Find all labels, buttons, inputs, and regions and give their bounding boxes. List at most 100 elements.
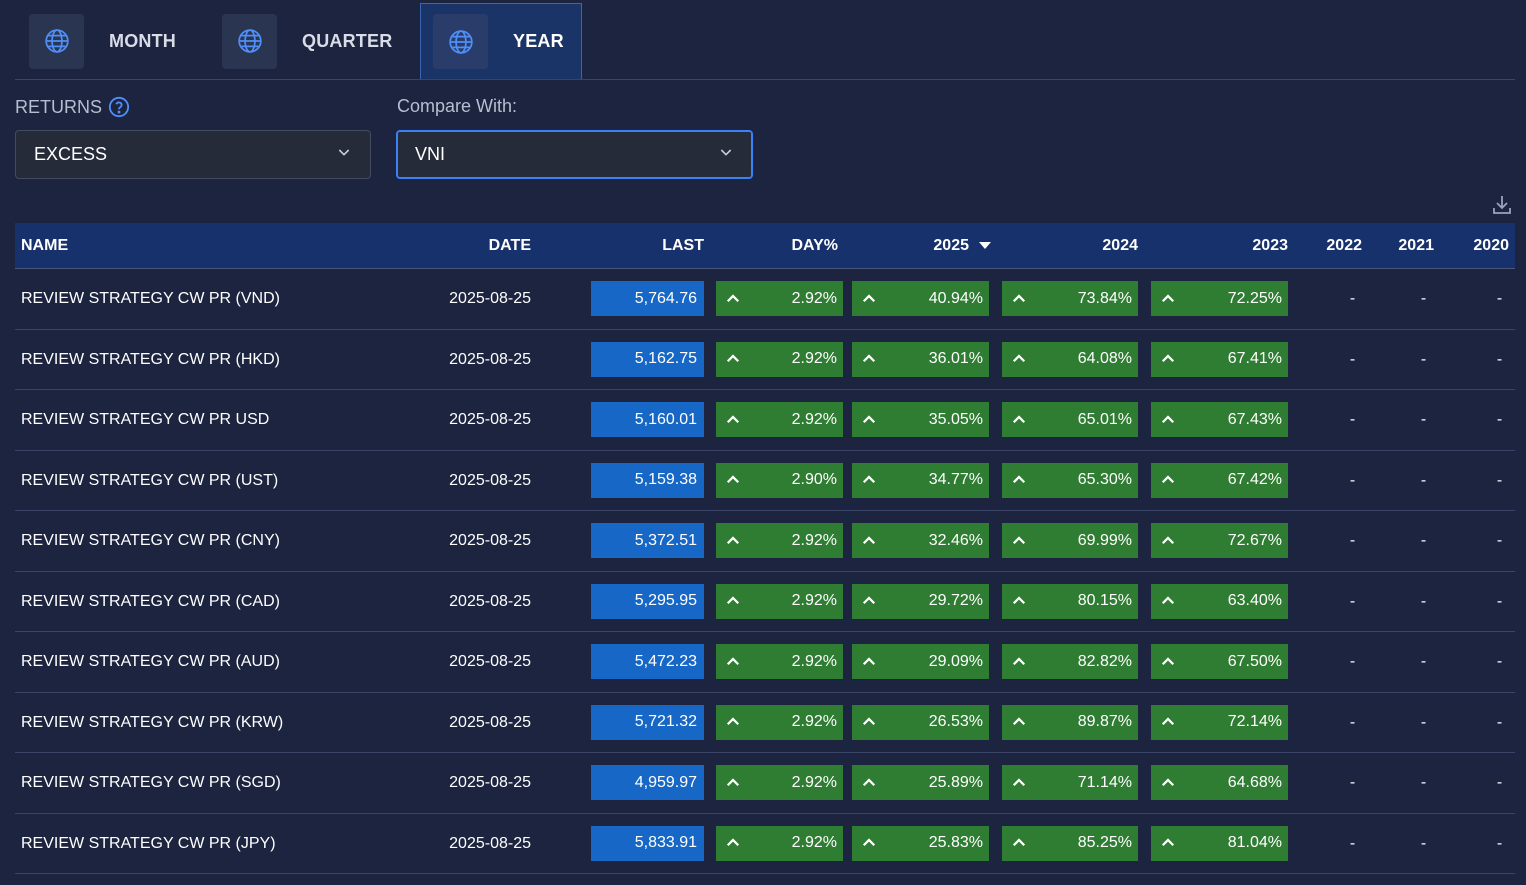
table-row[interactable]: REVIEW STRATEGY CW PR (UST) 2025-08-25 5… [15,451,1515,511]
cell-2020: - [1496,592,1503,610]
cell-2023: 72.25% [1151,281,1288,316]
compare-select[interactable]: VNI [396,130,753,179]
caret-up-icon [1159,592,1177,610]
caret-up-icon [1010,411,1028,429]
cell-2025-value: 25.83% [928,834,983,851]
chevron-down-icon [336,144,352,165]
cell-day-value: 2.92% [791,713,837,730]
table-row[interactable]: REVIEW STRATEGY CW PR (AUD) 2025-08-25 5… [15,632,1515,693]
header-last[interactable]: LAST [662,223,704,269]
cell-2023-value: 63.40% [1227,592,1282,609]
cell-2021: - [1420,471,1427,489]
cell-2021: - [1420,411,1427,428]
cell-2023: 81.04% [1151,825,1288,861]
cell-2023-value: 67.42% [1227,471,1282,488]
table-row[interactable]: REVIEW STRATEGY CW PR (VND) 2025-08-25 5… [15,269,1515,330]
header-2022[interactable]: 2022 [1326,223,1362,269]
cell-2025: 25.89% [852,765,989,800]
table-row[interactable]: REVIEW STRATEGY CW PR (JPY) 2025-08-25 5… [15,814,1515,874]
cell-2022: - [1349,774,1356,791]
cell-2024-value: 69.99% [1077,531,1132,549]
cell-2021: - [1420,592,1427,610]
header-date[interactable]: DATE [489,223,531,269]
cell-2021: - [1420,350,1427,368]
cell-name[interactable]: REVIEW STRATEGY CW PR (AUD) [21,632,280,692]
cell-day-value: 2.92% [791,592,837,609]
table-row[interactable]: REVIEW STRATEGY CW PR (KRW) 2025-08-25 5… [15,693,1515,753]
cell-2020: - [1496,411,1503,428]
caret-up-icon [724,713,742,731]
tab-month-label: MONTH [109,30,176,51]
cell-2025: 25.83% [852,825,989,861]
cell-2023-value: 67.41% [1227,350,1282,367]
cell-2020: - [1496,350,1503,368]
cell-name[interactable]: REVIEW STRATEGY CW PR (CAD) [21,572,280,632]
returns-select[interactable]: EXCESS [15,130,371,179]
table-header: NAME DATE LAST DAY% 2025 2024 2023 2022 … [15,223,1515,269]
caret-up-icon [724,834,742,852]
sort-desc-icon [979,242,991,250]
cell-name[interactable]: REVIEW STRATEGY CW PR (UST) [21,451,278,511]
cell-2024: 64.08% [1002,341,1138,377]
cell-day: 2.92% [716,825,843,861]
cell-day: 2.90% [716,462,843,498]
download-icon[interactable] [1490,193,1514,217]
table-row[interactable]: REVIEW STRATEGY CW PR (CNY) 2025-08-25 5… [15,511,1515,572]
caret-up-icon [1010,290,1028,308]
cell-2021: - [1420,774,1427,791]
tab-year-label: YEAR [513,31,564,51]
cell-last: 5,159.38 [591,462,704,498]
cell-name[interactable]: REVIEW STRATEGY CW PR (CNY) [21,511,280,571]
table-row[interactable]: REVIEW STRATEGY CW PR (HKD) 2025-08-25 5… [15,330,1515,390]
cell-2024: 73.84% [1002,281,1138,316]
caret-up-icon [860,471,878,489]
header-day[interactable]: DAY% [791,223,838,269]
cell-2025: 34.77% [852,462,989,498]
tab-quarter[interactable]: QUARTER [222,3,417,79]
cell-2024-value: 71.14% [1077,773,1132,791]
header-2021[interactable]: 2021 [1398,223,1434,269]
cell-name[interactable]: REVIEW STRATEGY CW PR (KRW) [21,693,283,753]
cell-name[interactable]: REVIEW STRATEGY CW PR (SGD) [21,753,281,813]
table-row[interactable]: REVIEW STRATEGY CW PR USD 2025-08-25 5,1… [15,390,1515,451]
cell-2020: - [1496,774,1503,791]
cell-name[interactable]: REVIEW STRATEGY CW PR (VND) [21,269,280,329]
cell-2022: - [1349,350,1356,368]
table-row[interactable]: REVIEW STRATEGY CW PR (SGD) 2025-08-25 4… [15,753,1515,814]
tab-month[interactable]: MONTH [29,3,204,79]
cell-2023-value: 72.67% [1227,531,1282,549]
caret-up-icon [724,774,742,792]
header-2020[interactable]: 2020 [1473,223,1509,269]
caret-up-icon [1159,350,1177,368]
cell-date: 2025-08-25 [449,411,531,428]
cell-2024-value: 64.08% [1077,350,1132,367]
cell-2023-value: 67.43% [1227,410,1282,428]
cell-date: 2025-08-25 [449,592,531,610]
caret-up-icon [860,653,878,671]
header-2024[interactable]: 2024 [1102,223,1138,269]
caret-up-icon [1159,713,1177,731]
cell-2024: 65.30% [1002,462,1138,498]
globe-icon [29,13,84,69]
cell-day: 2.92% [716,765,843,800]
cell-name[interactable]: REVIEW STRATEGY CW PR USD [21,390,269,450]
cell-2023: 72.67% [1151,523,1288,558]
cell-last: 5,833.91 [591,825,704,861]
cell-name[interactable]: REVIEW STRATEGY CW PR (JPY) [21,814,276,874]
header-name[interactable]: NAME [21,223,68,269]
cell-2024: 65.01% [1002,402,1138,437]
cell-day-value: 2.92% [791,350,837,367]
cell-2023-value: 64.68% [1227,773,1282,791]
caret-up-icon [724,592,742,610]
cell-2025: 32.46% [852,523,989,558]
cell-2024: 71.14% [1002,765,1138,800]
header-2025[interactable]: 2025 [933,223,991,269]
header-2023[interactable]: 2023 [1252,223,1288,269]
caret-up-icon [1159,411,1177,429]
question-circle-icon[interactable] [108,96,130,118]
cell-2022: - [1349,290,1356,307]
table-row[interactable]: REVIEW STRATEGY CW PR (CAD) 2025-08-25 5… [15,572,1515,632]
cell-2022: - [1349,532,1356,549]
tab-year[interactable]: YEAR [420,3,582,79]
cell-name[interactable]: REVIEW STRATEGY CW PR (HKD) [21,330,280,390]
